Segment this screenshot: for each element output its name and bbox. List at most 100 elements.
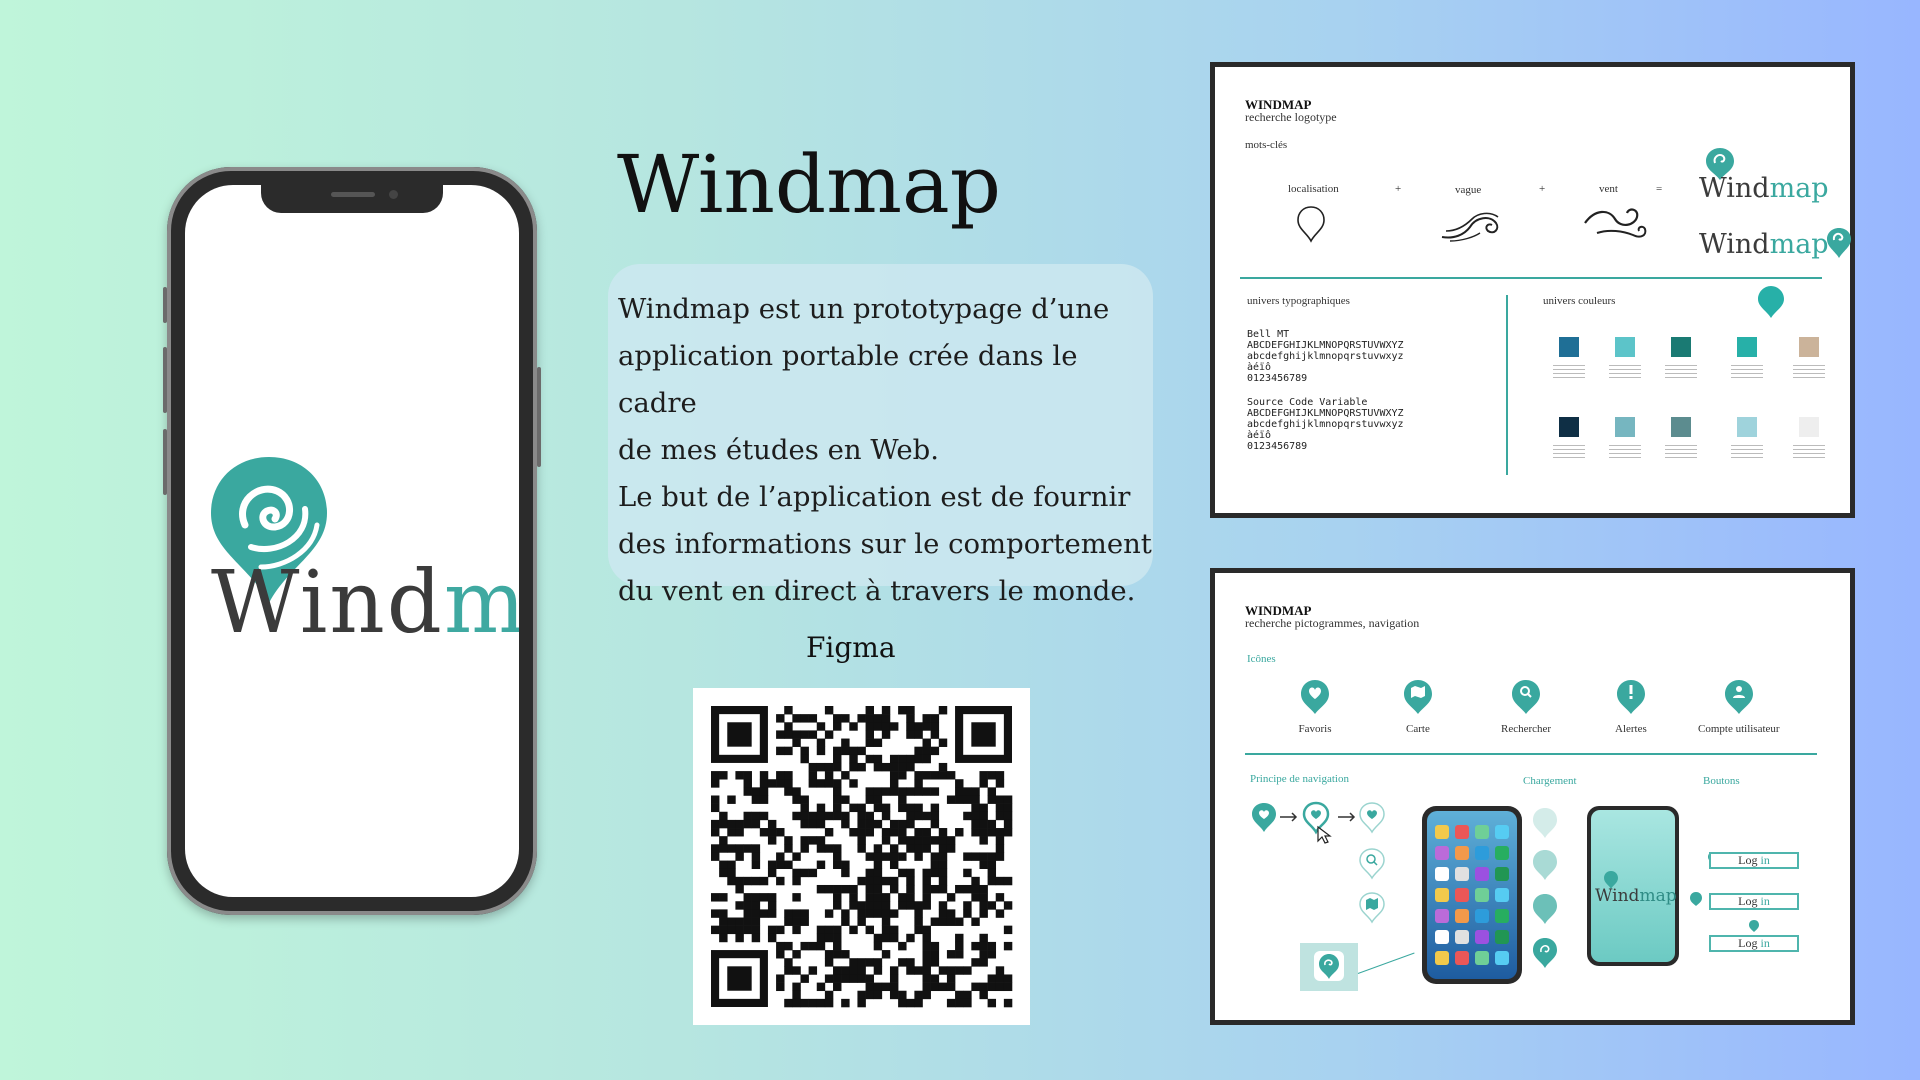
color-swatch-code xyxy=(1609,445,1641,459)
map-icon xyxy=(1404,680,1432,714)
color-swatch-code xyxy=(1731,445,1763,459)
logo-pin-small-icon xyxy=(1827,228,1851,258)
login-button-1[interactable]: Log in xyxy=(1709,852,1799,869)
keyword-vague: vague xyxy=(1455,184,1482,196)
color-swatch xyxy=(1671,417,1691,437)
login-button-1-log: Log xyxy=(1738,853,1758,867)
description-box: Windmap est un prototypage d’une applica… xyxy=(608,264,1153,607)
app-icon xyxy=(1455,846,1469,860)
login-button-2-log: Log xyxy=(1738,894,1758,908)
logo-variant-1-wind: Wind xyxy=(1699,173,1770,204)
app-icon xyxy=(1475,825,1489,839)
app-icon xyxy=(1435,825,1449,839)
font-sample-2-upper: ABCDEFGHIJKLMNOPQRSTUVWXYZ xyxy=(1247,408,1404,419)
pictogram-label: Favoris xyxy=(1298,723,1332,735)
font-sample-2: Source Code Variable ABCDEFGHIJKLMNOPQRS… xyxy=(1247,397,1404,452)
button-pin-top-icon xyxy=(1749,920,1759,932)
phone-speaker xyxy=(331,192,375,197)
app-icon xyxy=(1475,909,1489,923)
buttons-label: Boutons xyxy=(1703,775,1740,787)
windmap-logo: Windmap xyxy=(191,455,519,655)
app-icon xyxy=(1435,909,1449,923)
app-pin-icon xyxy=(1319,954,1339,979)
color-swatch xyxy=(1737,417,1757,437)
color-swatch xyxy=(1615,337,1635,357)
app-icon xyxy=(1455,888,1469,902)
login-button-1-in: in xyxy=(1760,853,1770,867)
operator-plus: + xyxy=(1395,183,1402,195)
app-icon xyxy=(1475,888,1489,902)
app-icon xyxy=(1495,846,1509,860)
login-button-3[interactable]: Log in xyxy=(1709,935,1799,952)
colors-label: univers couleurs xyxy=(1543,295,1616,307)
app-icon xyxy=(1475,930,1489,944)
description-line: du vent en direct à travers le monde. xyxy=(618,575,1136,607)
logo-variant-1: Windmap xyxy=(1699,173,1829,204)
app-icon xyxy=(1455,951,1469,965)
app-icon xyxy=(1435,846,1449,860)
color-swatch-code xyxy=(1553,365,1585,379)
app-icon xyxy=(1475,867,1489,881)
description-text: Windmap est un prototypage d’une applica… xyxy=(618,286,1158,615)
button-pin-left-icon xyxy=(1690,892,1702,906)
app-icon-preview xyxy=(1300,943,1358,991)
login-button-2[interactable]: Log in xyxy=(1709,893,1799,910)
app-icon xyxy=(1455,909,1469,923)
navigation-label: Principe de navigation xyxy=(1250,773,1349,785)
phone-volume-down xyxy=(163,429,167,495)
font-sample-2-lower: abcdefghijklmnopqrstuvwxyz xyxy=(1247,419,1404,430)
figma-qr-code[interactable] xyxy=(693,688,1030,1025)
logo-variant-2: Windmap xyxy=(1699,229,1829,260)
app-icon xyxy=(1495,930,1509,944)
color-swatch xyxy=(1615,417,1635,437)
logo-wordmark-wind: Wind xyxy=(211,553,444,653)
keyword-vent: vent xyxy=(1599,183,1618,195)
login-button-2-in: in xyxy=(1760,894,1770,908)
keywords-label: mots-clés xyxy=(1245,139,1288,151)
font-sample-1: Bell MT ABCDEFGHIJKLMNOPQRSTUVWXYZ abcde… xyxy=(1247,329,1404,384)
color-swatch xyxy=(1559,337,1579,357)
icons-label: Icônes xyxy=(1247,653,1276,665)
phone-camera xyxy=(389,190,398,199)
description-line: des informations sur le comportement xyxy=(618,528,1152,560)
app-icon xyxy=(1495,951,1509,965)
description-line: application portable crée dans le cadre xyxy=(618,340,1078,419)
color-swatch xyxy=(1737,337,1757,357)
color-swatch-code xyxy=(1731,365,1763,379)
splash-screen: Windmap xyxy=(1591,810,1677,962)
loading-label: Chargement xyxy=(1523,775,1577,787)
section-divider xyxy=(1240,277,1822,279)
phone-volume-up xyxy=(163,347,167,413)
logo-research-board: WINDMAP recherche logotype mots-clés loc… xyxy=(1210,62,1855,518)
font-sample-1-upper: ABCDEFGHIJKLMNOPQRSTUVWXYZ xyxy=(1247,340,1404,351)
login-button-3-log: Log xyxy=(1738,936,1758,950)
column-divider xyxy=(1506,295,1508,475)
app-icon xyxy=(1495,909,1509,923)
favorites-icon xyxy=(1301,680,1329,714)
color-swatch xyxy=(1799,337,1819,357)
pictogram-label: Rechercher xyxy=(1501,723,1552,735)
splash-logo-map: map xyxy=(1639,886,1677,906)
app-icon xyxy=(1475,951,1489,965)
operator-equals: = xyxy=(1656,183,1663,195)
phone-notch xyxy=(261,185,443,213)
phone-screen: Windmap xyxy=(185,185,519,897)
color-swatch-code xyxy=(1553,445,1585,459)
app-icon xyxy=(1495,888,1509,902)
splash-logo-wind: Wind xyxy=(1595,886,1640,906)
app-icon xyxy=(1495,867,1509,881)
font-sample-1-name: Bell MT xyxy=(1247,329,1290,340)
phone-power-button xyxy=(537,367,541,467)
font-sample-1-accents: àéïô xyxy=(1247,362,1272,373)
figma-label: Figma xyxy=(806,631,896,664)
teal-pin-icon xyxy=(1758,286,1784,318)
app-icon xyxy=(1435,930,1449,944)
section-divider xyxy=(1245,753,1817,755)
app-icon xyxy=(1455,825,1469,839)
app-icon xyxy=(1495,825,1509,839)
wave-icon xyxy=(1441,212,1499,242)
phone-mockup: Windmap xyxy=(163,167,541,915)
font-sample-2-digits: 0123456789 xyxy=(1247,441,1308,452)
app-icon xyxy=(1455,867,1469,881)
phone-mute-switch xyxy=(163,287,167,323)
